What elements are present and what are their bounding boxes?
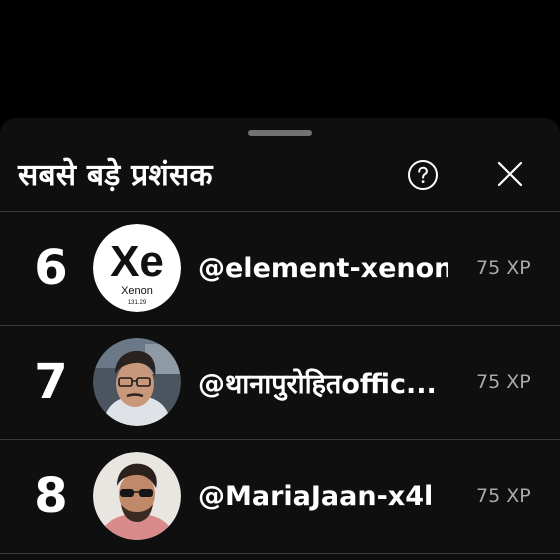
help-button[interactable] bbox=[406, 158, 440, 192]
element-mass: 131.29 bbox=[128, 300, 147, 306]
avatar[interactable] bbox=[93, 452, 181, 540]
question-circle-icon bbox=[408, 160, 438, 190]
avatar[interactable] bbox=[93, 338, 181, 426]
xp-value: 75 XP bbox=[476, 371, 531, 393]
rank-number: 8 bbox=[34, 468, 68, 524]
channel-handle[interactable]: @MariaJaan-x4l bbox=[198, 440, 448, 552]
element-symbol: Xe bbox=[110, 237, 164, 286]
fan-row[interactable]: 8 @MariaJaan-x4l 75 XP bbox=[0, 440, 560, 552]
element-name: Xenon bbox=[121, 285, 153, 297]
drag-handle[interactable] bbox=[248, 130, 312, 136]
channel-handle[interactable]: @element-xenon bbox=[198, 212, 448, 324]
fan-row[interactable]: 6 Xe Xenon 131.29 @element-xenon 75 XP bbox=[0, 212, 560, 324]
rank-number: 6 bbox=[34, 240, 68, 296]
sheet-title: सबसे बड़े प्रशंसक bbox=[18, 158, 213, 193]
xp-value: 75 XP bbox=[476, 485, 531, 507]
fan-row[interactable]: 7 @थानापुरोहितoffic... 75 XP bbox=[0, 326, 560, 438]
rank-number: 7 bbox=[34, 354, 68, 410]
divider bbox=[0, 553, 560, 554]
avatar[interactable]: Xe Xenon 131.29 bbox=[93, 224, 181, 312]
close-icon bbox=[497, 161, 523, 187]
xp-value: 75 XP bbox=[476, 257, 531, 279]
close-button[interactable] bbox=[494, 158, 526, 190]
channel-handle[interactable]: @थानापुरोहितoffic... bbox=[198, 326, 448, 438]
top-fans-sheet: सबसे बड़े प्रशंसक 6 Xe Xenon 131.29 @ele… bbox=[0, 118, 560, 560]
